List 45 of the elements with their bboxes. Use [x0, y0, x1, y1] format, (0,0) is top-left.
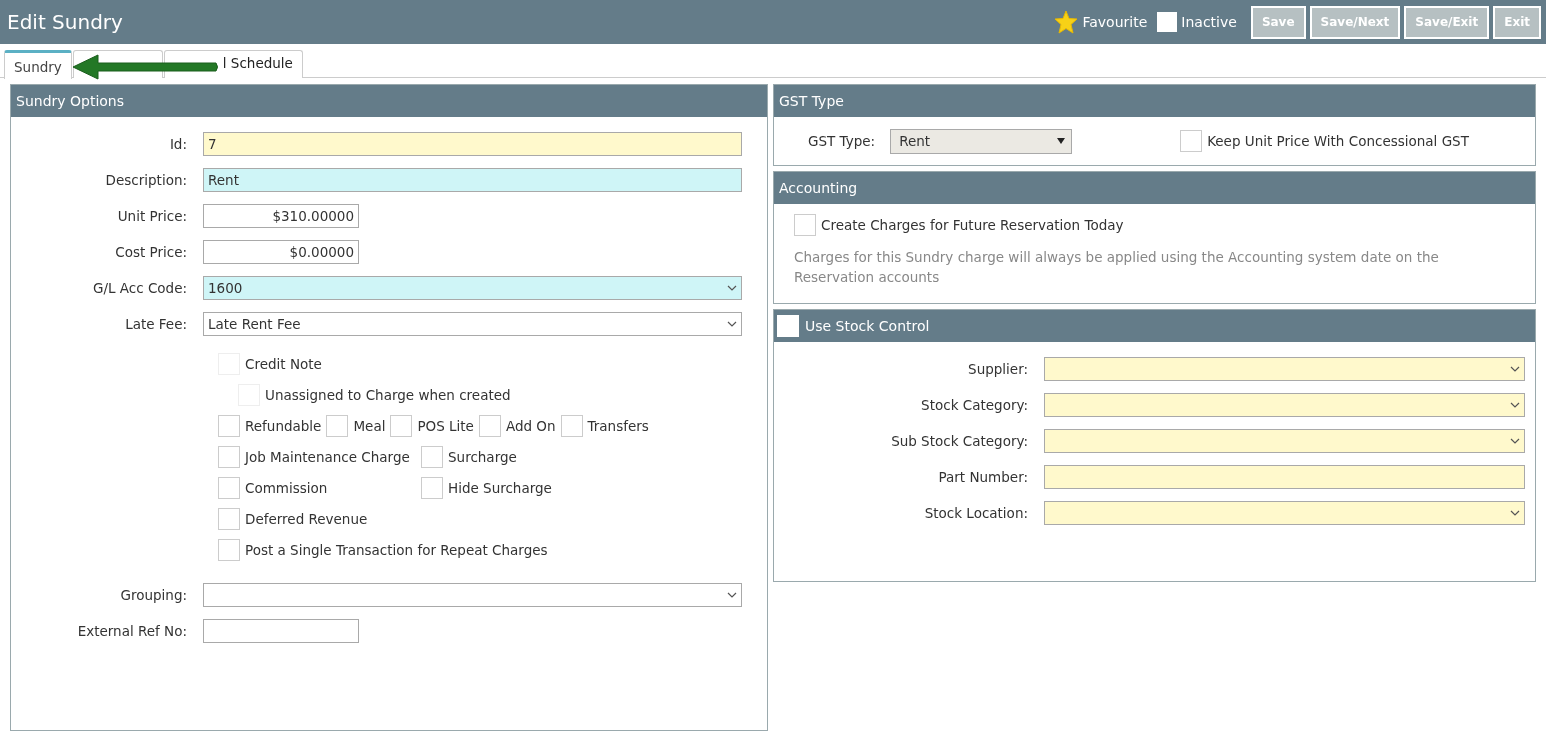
- checkbox-label: Add On: [505, 417, 556, 434]
- checkbox-label: Transfers: [587, 417, 649, 434]
- checkbox-label: Post a Single Transaction for Repeat Charges: [245, 541, 548, 558]
- window-title: Edit Sundry: [7, 10, 124, 34]
- field-label: Cost Price:: [114, 244, 188, 260]
- checkbox-label: Unassigned to Charge when created: [265, 386, 511, 403]
- checkbox-label: Refundable: [245, 417, 322, 434]
- field-label: Description:: [104, 172, 188, 188]
- panel-title: GST Type: [779, 93, 844, 109]
- field-label: GST Type:: [808, 133, 876, 149]
- inactive-label: Inactive: [1181, 14, 1237, 30]
- checkbox-label: Deferred Revenue: [245, 510, 368, 527]
- dropdown-field[interactable]: 1600: [203, 276, 742, 300]
- input-field[interactable]: $310.00000: [203, 204, 359, 228]
- checkbox-label: Hide Surcharge: [448, 479, 552, 496]
- field-label: Sub Stock Category:: [890, 433, 1029, 449]
- field-label: Part Number:: [937, 469, 1029, 485]
- field-label: G/L Acc Code:: [91, 280, 188, 296]
- field-label: Late Fee:: [124, 316, 188, 332]
- input-field[interactable]: 7: [203, 132, 742, 156]
- input-field[interactable]: $0.00000: [203, 240, 359, 264]
- dropdown-field[interactable]: Rent: [890, 128, 1073, 154]
- field-label: Supplier:: [967, 361, 1029, 377]
- dropdown-field[interactable]: Late Rent Fee: [203, 312, 742, 336]
- field-label: External Ref No:: [76, 623, 188, 639]
- panel-title: Accounting: [779, 180, 858, 196]
- field-label: Stock Category:: [920, 397, 1029, 413]
- checkbox-label: Commission: [245, 479, 328, 496]
- field-label: Unit Price:: [116, 208, 188, 224]
- field-label: Grouping:: [119, 587, 188, 603]
- checkbox-label: Job Maintenance Charge: [245, 448, 410, 465]
- favourite-label: Favourite: [1082, 14, 1148, 30]
- checkbox-label: Credit Note: [245, 355, 322, 372]
- checkbox-label: Create Charges for Future Reservation Today: [821, 217, 1124, 233]
- info-text: Charges for this Sundry charge will always be applied using the Accounting system date on the Reservation accounts: [794, 248, 1440, 287]
- panel-title: Sundry Options: [16, 93, 125, 109]
- checkbox-label: Keep Unit Price With Concessional GST: [1207, 133, 1469, 149]
- tab[interactable]: Sundry: [4, 50, 72, 79]
- checkbox-label: Surcharge: [448, 448, 517, 465]
- checkbox-label: Meal: [353, 417, 386, 434]
- checkbox-label: POS Lite: [417, 417, 474, 434]
- field-label: Id:: [168, 136, 188, 152]
- field-label: Stock Location:: [923, 505, 1029, 521]
- input-field[interactable]: Rent: [203, 168, 742, 192]
- panel-title: Use Stock Control: [805, 318, 930, 334]
